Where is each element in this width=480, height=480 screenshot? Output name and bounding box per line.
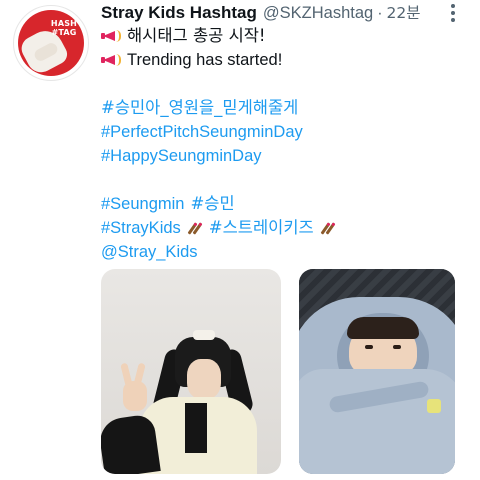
avatar-logo-line-1: HASH — [50, 19, 78, 28]
chopsticks-icon — [187, 221, 203, 235]
photo-detail — [185, 403, 207, 453]
photo-detail — [101, 413, 161, 474]
hashtag-link[interactable]: #HappySeungminDay — [101, 144, 262, 168]
avatar-image: HASH #TAG — [18, 10, 84, 76]
tweet[interactable]: HASH #TAG Stray Kids Hashtag @SKZHashtag… — [0, 0, 480, 480]
photo-detail — [393, 345, 401, 349]
chopsticks-icon — [320, 221, 336, 235]
photo-2[interactable] — [299, 269, 455, 474]
photo-1[interactable] — [101, 269, 281, 474]
photo-detail — [299, 369, 455, 474]
photo-detail — [347, 317, 419, 339]
announce-line-en: Trending has started! — [101, 48, 471, 72]
hashtag-link[interactable]: #Seungmin — [101, 192, 184, 216]
avatar-logo-line-2: #TAG — [51, 28, 77, 37]
hashtag-link[interactable]: #스트레이키즈 — [209, 216, 314, 240]
header-separator: · — [377, 5, 383, 22]
photo-detail — [187, 359, 221, 399]
hashtag-link[interactable]: #StrayKids — [101, 216, 181, 240]
tweet-text: 해시태그 총공 시작! Trending has started! #승민아_영… — [101, 24, 471, 264]
author-handle[interactable]: @SKZHashtag — [263, 4, 373, 23]
megaphone-icon — [101, 28, 121, 44]
photo-detail — [193, 330, 215, 340]
hashtag-link[interactable]: #승민아_영원을_믿게해줄게 — [101, 96, 298, 120]
author-name[interactable]: Stray Kids Hashtag — [101, 3, 257, 23]
hashtag-link[interactable]: #승민 — [190, 192, 234, 216]
tweet-header: Stray Kids Hashtag @SKZHashtag · 22분 — [101, 1, 421, 23]
more-icon[interactable] — [446, 2, 460, 22]
tweet-timestamp[interactable]: 22분 — [387, 1, 421, 23]
announce-text-en: Trending has started! — [127, 51, 283, 69]
announce-text-kr: 해시태그 총공 시작! — [127, 26, 266, 45]
avatar[interactable]: HASH #TAG — [13, 5, 89, 81]
hashtag-link[interactable]: #PerfectPitchSeungminDay — [101, 120, 303, 144]
megaphone-icon — [101, 52, 121, 68]
media-grid — [101, 269, 455, 474]
photo-detail — [427, 399, 441, 413]
photo-detail — [123, 381, 147, 411]
mention-link[interactable]: @Stray_Kids — [101, 240, 198, 264]
avatar-logo-text: HASH #TAG — [49, 19, 79, 37]
photo-detail — [365, 345, 373, 349]
announce-line-kr: 해시태그 총공 시작! — [101, 24, 471, 48]
